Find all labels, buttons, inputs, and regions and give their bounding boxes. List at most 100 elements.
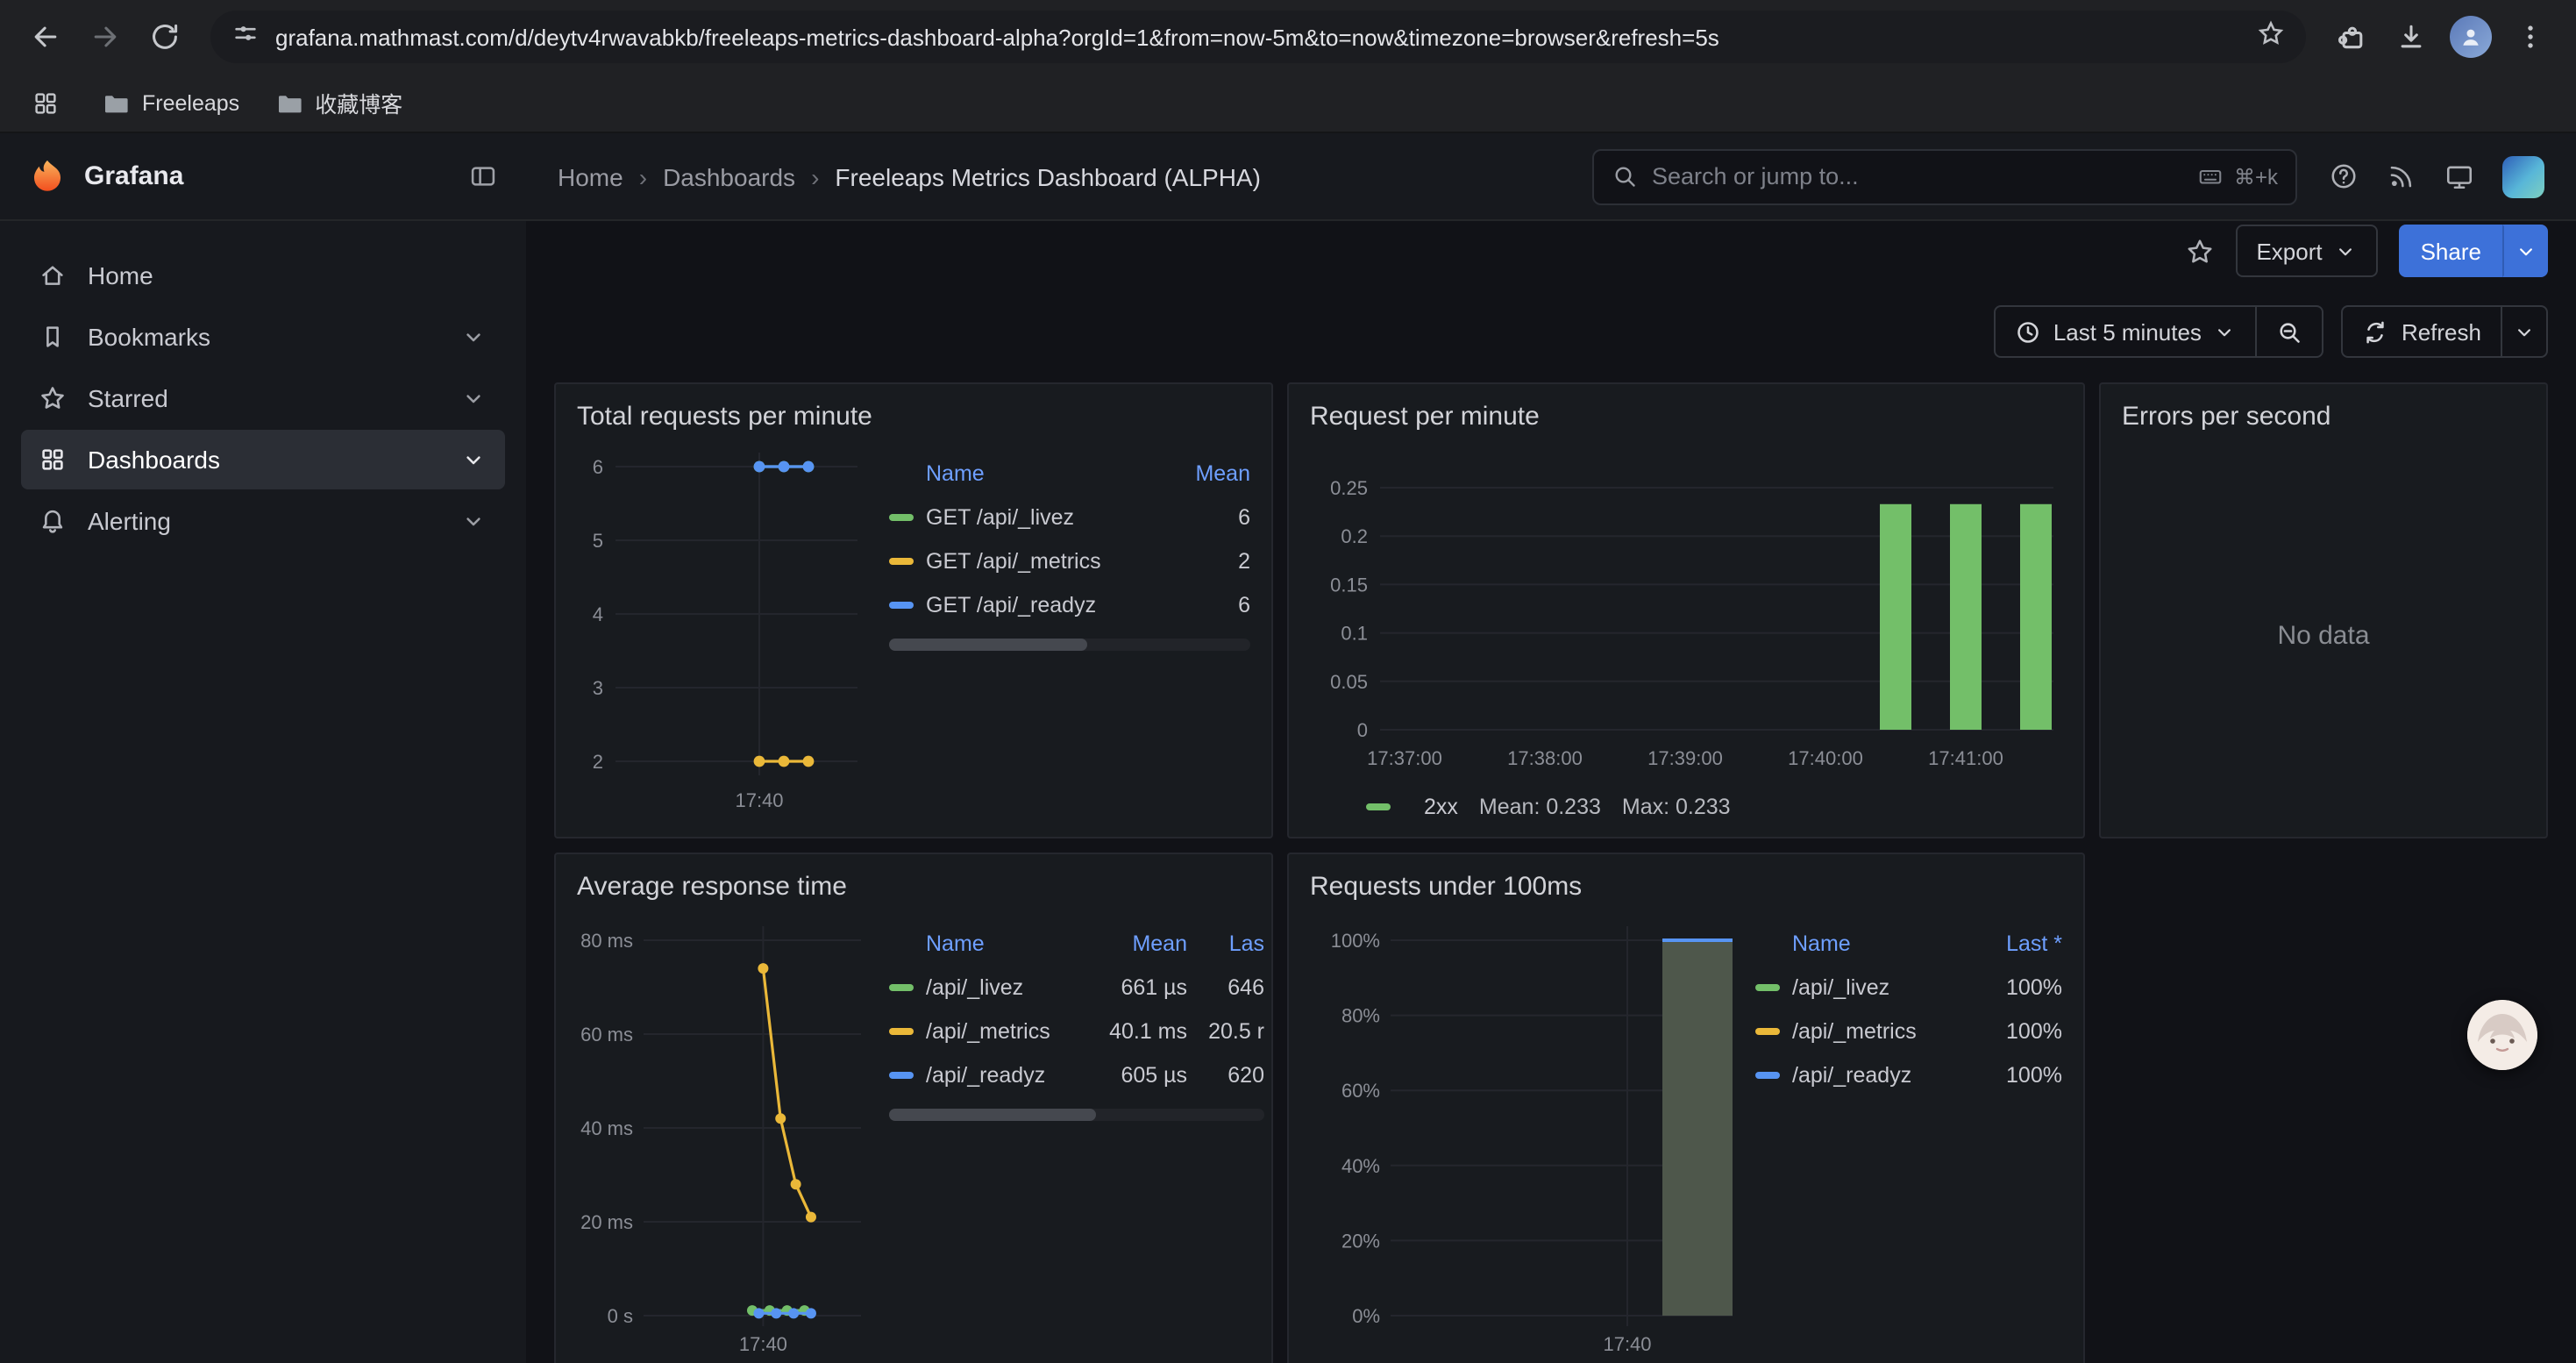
grafana-logo[interactable] (28, 157, 67, 196)
svg-text:0%: 0% (1352, 1305, 1380, 1327)
screen: grafana.mathmast.com/d/deytv4rwavabkb/fr… (0, 0, 2576, 1363)
legend-mean: Mean: 0.233 (1479, 795, 1601, 819)
chevron-down-icon[interactable] (459, 507, 487, 535)
legend-row[interactable]: /api/_readyz 605 µs 620 (889, 1053, 1264, 1096)
avatar-face (2467, 1000, 2537, 1070)
apps-grid-icon[interactable] (25, 82, 67, 124)
zoom-out-button[interactable] (2256, 305, 2324, 358)
back-arrow-icon (30, 21, 61, 53)
share-button[interactable]: Share (2400, 225, 2502, 277)
panel-title[interactable]: Errors per second (2101, 384, 2546, 435)
floating-avatar[interactable] (2467, 1000, 2537, 1070)
chevron-down-icon[interactable] (459, 446, 487, 474)
sidebar-item-bookmarks[interactable]: Bookmarks (21, 307, 505, 367)
series-name: /api/_readyz (1792, 1062, 1968, 1087)
clock-icon (2015, 318, 2041, 345)
series-last: 20.5 r (1187, 1018, 1264, 1043)
sidebar-item-label: Dashboards (88, 446, 220, 474)
export-button[interactable]: Export (2235, 225, 2378, 277)
series-name: /api/_livez (1792, 974, 1968, 999)
refresh-interval-dropdown[interactable] (2501, 305, 2548, 358)
legend-col-name[interactable]: Name (889, 931, 1092, 956)
search-placeholder: Search or jump to... (1652, 163, 1859, 189)
back-button[interactable] (18, 9, 74, 65)
svg-text:4: 4 (593, 603, 603, 625)
series-last: 646 (1187, 974, 1264, 999)
chevron-down-icon[interactable] (459, 384, 487, 412)
sidebar-item-home[interactable]: Home (21, 246, 505, 305)
panel-title[interactable]: Total requests per minute (556, 384, 1271, 435)
search-input[interactable]: Search or jump to... ⌘+k (1592, 148, 2297, 204)
news-rss-icon[interactable] (2387, 161, 2416, 191)
share-dropdown-icon[interactable] (2502, 225, 2548, 277)
favorite-star-icon[interactable] (2184, 236, 2214, 266)
legend-col-name[interactable]: Name (889, 461, 1156, 486)
svg-text:0.15: 0.15 (1330, 574, 1368, 596)
panel-title[interactable]: Request per minute (1289, 384, 2083, 435)
reload-button[interactable] (137, 9, 193, 65)
legend-row[interactable]: /api/_livez 100% (1755, 965, 2062, 1009)
bookmark-folder-freeleaps[interactable]: Freeleaps (102, 89, 239, 117)
bookmark-star-icon[interactable] (2257, 18, 2285, 55)
legend-row[interactable]: GET /api/_metrics 2 (889, 539, 1250, 582)
panel-title[interactable]: Requests under 100ms (1289, 854, 2083, 905)
bookmark-folder-blogs[interactable]: 收藏博客 (274, 86, 402, 119)
sidebar-item-alerting[interactable]: Alerting (21, 491, 505, 551)
average-response-time-chart[interactable]: 80 ms60 ms40 ms20 ms0 s17:40 (570, 905, 865, 1358)
extensions-icon[interactable] (2323, 9, 2380, 65)
panel-title[interactable]: Average response time (556, 854, 1271, 905)
series-swatch (1366, 803, 1391, 810)
dock-menu-icon[interactable] (468, 161, 498, 191)
help-icon[interactable] (2329, 161, 2359, 191)
legend-row[interactable]: GET /api/_livez 6 (889, 495, 1250, 539)
scrollbar-thumb[interactable] (889, 639, 1088, 651)
svg-text:6: 6 (593, 456, 603, 478)
url-bar[interactable]: grafana.mathmast.com/d/deytv4rwavabkb/fr… (210, 11, 2306, 63)
legend-col-last[interactable]: Las (1187, 931, 1264, 956)
series-last: 620 (1187, 1062, 1264, 1087)
legend-scrollbar[interactable] (889, 639, 1250, 651)
browser-menu-kebab-icon[interactable] (2502, 9, 2558, 65)
scrollbar-thumb[interactable] (889, 1109, 1095, 1121)
refresh-button[interactable]: Refresh (2342, 305, 2502, 358)
url-text[interactable]: grafana.mathmast.com/d/deytv4rwavabkb/fr… (275, 24, 2241, 50)
legend-series-name[interactable]: 2xx (1424, 795, 1458, 819)
legend-row[interactable]: /api/_metrics 100% (1755, 1009, 2062, 1053)
legend-col-mean[interactable]: Mean (1092, 931, 1187, 956)
legend-col-mean[interactable]: Mean (1156, 461, 1250, 486)
sidebar-item-dashboards[interactable]: Dashboards (21, 430, 505, 489)
downloads-icon[interactable] (2383, 9, 2439, 65)
forward-arrow-icon (89, 21, 121, 53)
legend-row[interactable]: GET /api/_readyz 6 (889, 582, 1250, 626)
series-name: /api/_metrics (1792, 1018, 1968, 1043)
series-mean: 661 µs (1092, 974, 1187, 999)
breadcrumb-home[interactable]: Home (558, 162, 623, 190)
time-range-picker[interactable]: Last 5 minutes (1994, 305, 2258, 358)
sidebar-item-label: Alerting (88, 507, 171, 535)
breadcrumb-dashboards[interactable]: Dashboards (663, 162, 795, 190)
legend-max: Max: 0.233 (1622, 795, 1731, 819)
total-requests-chart[interactable]: 6543217:40 (570, 435, 865, 838)
grafana-body: Home Bookmarks Starred Dashboards Alerti… (0, 221, 2576, 1363)
series-swatch (1755, 1027, 1780, 1034)
legend-scrollbar[interactable] (889, 1109, 1264, 1121)
legend-col-name[interactable]: Name (1755, 931, 1968, 956)
browser-profile-avatar[interactable] (2443, 9, 2499, 65)
grafana-user-avatar[interactable] (2502, 155, 2544, 197)
request-per-minute-chart[interactable]: 0.250.20.150.10.05017:37:0017:38:0017:39… (1303, 435, 2059, 786)
svg-text:0.1: 0.1 (1341, 623, 1368, 645)
site-settings-icon[interactable] (231, 18, 260, 55)
sidebar-item-starred[interactable]: Starred (21, 368, 505, 428)
grafana-header: Grafana Home › Dashboards › Freeleaps Me… (0, 133, 2576, 221)
chevron-down-icon[interactable] (459, 323, 487, 351)
legend-col-last[interactable]: Last * (1968, 931, 2062, 956)
svg-text:2: 2 (593, 751, 603, 773)
svg-text:20%: 20% (1341, 1230, 1380, 1252)
svg-text:80 ms: 80 ms (580, 930, 633, 952)
legend-row[interactable]: /api/_readyz 100% (1755, 1053, 2062, 1096)
forward-button[interactable] (77, 9, 133, 65)
legend-row[interactable]: /api/_livez 661 µs 646 (889, 965, 1264, 1009)
requests-under-100ms-chart[interactable]: 100%80%60%40%20%0%17:40 (1303, 905, 1741, 1358)
legend-row[interactable]: /api/_metrics 40.1 ms 20.5 r (889, 1009, 1264, 1053)
display-monitor-icon[interactable] (2444, 161, 2474, 191)
